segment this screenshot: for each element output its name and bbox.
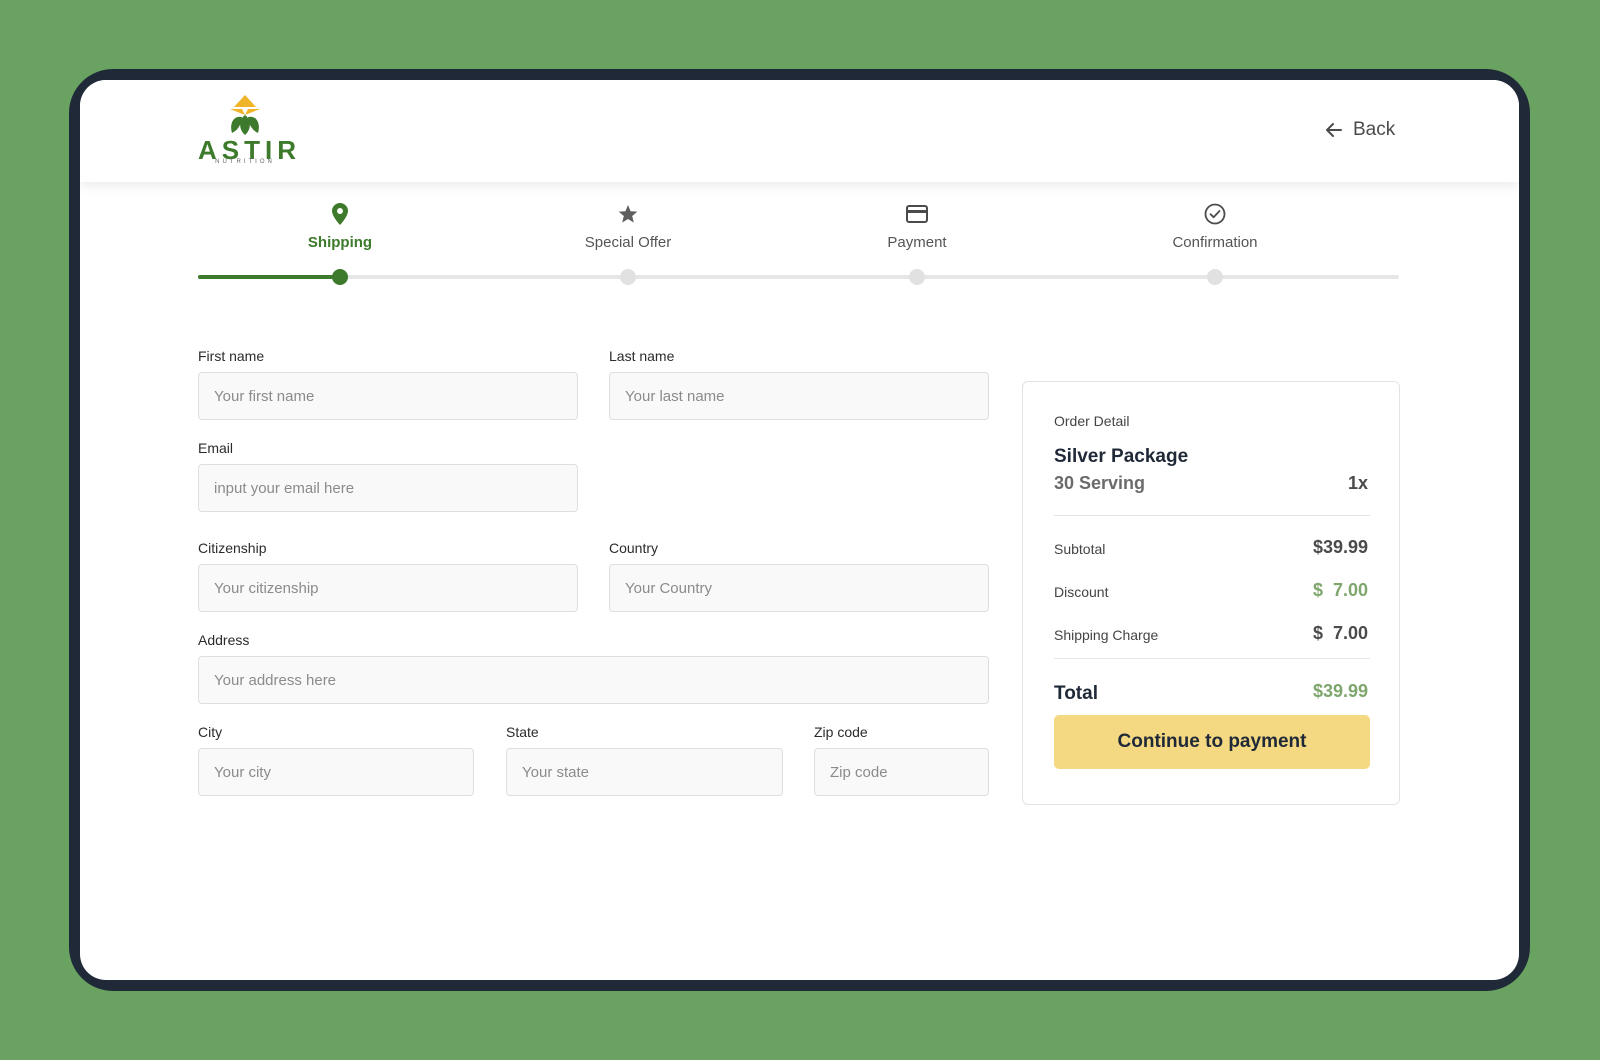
country-input[interactable]: [609, 564, 989, 612]
step-label: Shipping: [307, 234, 373, 251]
step-dot-special-offer: [620, 269, 636, 285]
zip-code-label: Zip code: [814, 724, 868, 740]
check-circle-icon: [1204, 203, 1226, 225]
first-name-input[interactable]: [198, 372, 578, 420]
citizenship-label: Citizenship: [198, 540, 267, 556]
checkout-stepper: Shipping Special Offer Payment Confirmat…: [198, 200, 1399, 290]
step-confirmation[interactable]: Confirmation: [1135, 200, 1295, 251]
credit-card-icon: [906, 205, 928, 223]
divider: [1054, 658, 1370, 659]
shipping-charge-value: $ 7.00: [1312, 623, 1368, 643]
last-name-label: Last name: [609, 348, 675, 364]
state-input[interactable]: [506, 748, 783, 796]
step-label: Confirmation: [1172, 234, 1258, 251]
continue-to-payment-button[interactable]: Continue to payment: [1054, 715, 1370, 769]
discount-label: Discount: [1054, 584, 1109, 600]
package-name: Silver Package: [1054, 446, 1189, 467]
address-label: Address: [198, 632, 250, 648]
citizenship-input[interactable]: [198, 564, 578, 612]
order-detail-card: Order Detail Silver Package 30 Serving 1…: [1022, 381, 1400, 805]
star-icon: [618, 205, 638, 223]
page-header: ASTIR NUTRITION Back: [80, 80, 1519, 182]
first-name-label: First name: [198, 348, 265, 364]
shipping-charge-label: Shipping Charge: [1054, 627, 1159, 643]
step-dot-payment: [909, 269, 925, 285]
address-input[interactable]: [198, 656, 989, 704]
package-quantity: 1x: [1347, 473, 1368, 493]
stepper-progress: [198, 275, 344, 279]
step-shipping[interactable]: Shipping: [260, 200, 420, 251]
step-payment[interactable]: Payment: [837, 200, 997, 251]
email-label: Email: [198, 440, 234, 456]
map-pin-icon: [332, 203, 348, 225]
subtotal-label: Subtotal: [1054, 541, 1106, 557]
total-value: $39.99: [1312, 681, 1368, 701]
leaf-logo-icon: [230, 95, 260, 135]
brand-tagline: NUTRITION: [215, 159, 275, 165]
step-dot-shipping: [332, 269, 348, 285]
country-label: Country: [609, 540, 659, 556]
step-dot-confirmation: [1207, 269, 1223, 285]
city-input[interactable]: [198, 748, 474, 796]
discount-value: $ 7.00: [1312, 580, 1368, 600]
order-detail-heading: Order Detail: [1054, 413, 1130, 429]
arrow-left-icon: [1326, 123, 1342, 137]
step-special-offer[interactable]: Special Offer: [548, 200, 708, 251]
divider: [1054, 515, 1370, 516]
back-label: Back: [1353, 119, 1396, 140]
back-button[interactable]: Back: [1324, 117, 1395, 143]
step-label: Special Offer: [584, 234, 672, 251]
state-label: State: [506, 724, 539, 740]
last-name-input[interactable]: [609, 372, 989, 420]
subtotal-value: $39.99: [1312, 537, 1368, 557]
email-input[interactable]: [198, 464, 578, 512]
total-label: Total: [1054, 683, 1098, 704]
city-label: City: [198, 724, 223, 740]
zip-code-input[interactable]: [814, 748, 989, 796]
package-serving: 30 Serving: [1054, 473, 1146, 493]
step-label: Payment: [887, 234, 947, 251]
checkout-screen: ASTIR NUTRITION Back Shipping Special Of…: [80, 80, 1519, 980]
brand-logo: ASTIR NUTRITION: [198, 95, 296, 167]
